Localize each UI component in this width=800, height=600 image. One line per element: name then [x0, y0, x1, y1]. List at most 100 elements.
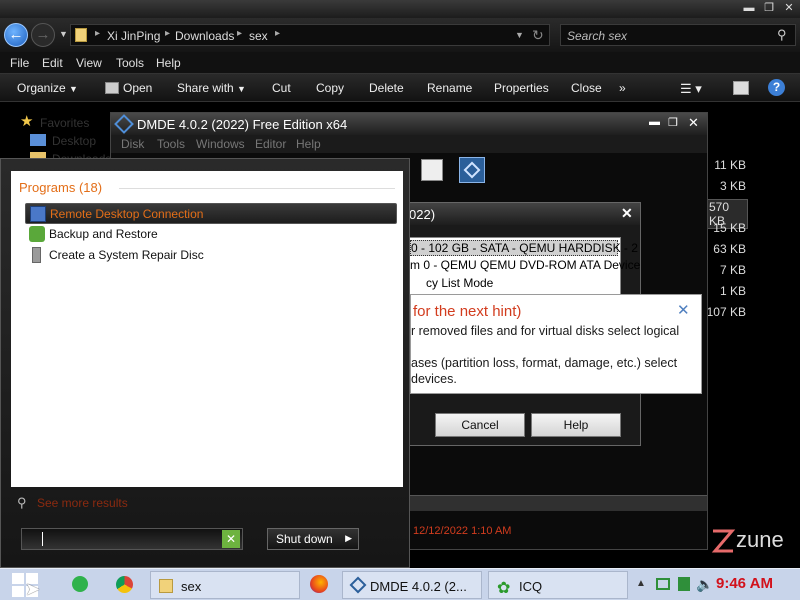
rename-button[interactable]: Rename: [427, 81, 472, 95]
hint-line: devices.: [411, 372, 457, 386]
program-label: Create a System Repair Disc: [49, 248, 204, 262]
program-remote-desktop[interactable]: Remote Desktop Connection: [25, 203, 397, 224]
remote-desktop-icon: [30, 206, 46, 222]
minimize-button[interactable]: ▬: [649, 116, 660, 128]
command-bar: Organize ▼ Open Share with ▼ Cut Copy De…: [0, 74, 800, 102]
share-with-button[interactable]: Share with ▼: [177, 81, 246, 95]
divider: [119, 188, 395, 189]
menu-windows[interactable]: Windows: [196, 137, 245, 151]
taskbar-label: DMDE 4.0.2 (2...: [370, 579, 467, 594]
help-button[interactable]: Help: [531, 413, 621, 437]
close-button[interactable]: ✕: [688, 115, 699, 131]
cancel-button[interactable]: Cancel: [435, 413, 525, 437]
desktop-icon: [30, 134, 46, 146]
maximize-button[interactable]: ❐: [668, 116, 678, 129]
cut-button[interactable]: Cut: [272, 81, 291, 95]
program-repair-disc[interactable]: Create a System Repair Disc: [25, 245, 397, 266]
search-results-panel: Programs (18) Remote Desktop Connection …: [11, 171, 403, 487]
view-options-icon[interactable]: ☰ ▾: [680, 81, 702, 97]
taskbar-item-dmde[interactable]: DMDE 4.0.2 (2...: [342, 571, 482, 599]
program-backup-restore[interactable]: Backup and Restore: [25, 224, 397, 245]
delete-button[interactable]: Delete: [369, 81, 404, 95]
chevron-right-icon[interactable]: ▶: [345, 533, 352, 544]
menu-help[interactable]: Help: [156, 56, 181, 70]
minimize-button[interactable]: ▬: [742, 2, 756, 14]
messenger-icon[interactable]: [72, 576, 88, 592]
help-icon[interactable]: ?: [768, 79, 785, 96]
menu-help[interactable]: Help: [296, 137, 321, 151]
see-more-results-link[interactable]: See more results: [37, 496, 128, 510]
action-center-icon[interactable]: [678, 577, 690, 591]
chevron-down-icon: ▼: [69, 84, 78, 94]
file-size-column: 11 KB 3 KB 570 KB 15 KB 63 KB 7 KB 1 KB …: [706, 102, 800, 532]
menu-tools[interactable]: Tools: [116, 56, 144, 70]
close-button[interactable]: ✕: [782, 2, 796, 14]
menu-editor[interactable]: Editor: [255, 137, 286, 151]
zune-text: zune: [736, 527, 784, 552]
search-input[interactable]: Search sex ⚲: [560, 24, 796, 46]
file-size: 1 KB: [719, 284, 746, 298]
file-size: 7 KB: [719, 263, 746, 277]
windows-logo-icon: [12, 573, 24, 584]
breadcrumb-xi-jinping[interactable]: Xi JinPing: [107, 29, 160, 43]
clear-search-button[interactable]: ✕: [222, 530, 240, 548]
hint-tooltip: for the next hint) ✕ r removed files and…: [410, 294, 702, 394]
show-hidden-icons-icon[interactable]: ▲: [636, 578, 646, 589]
menu-disk[interactable]: Disk: [121, 137, 144, 151]
menu-file[interactable]: File: [10, 56, 29, 70]
taskbar-label: ICQ: [519, 579, 543, 594]
explorer-titlebar: ▬ ❐ ✕: [0, 0, 800, 18]
organize-button[interactable]: Organize ▼: [17, 81, 78, 95]
firefox-icon[interactable]: [310, 575, 328, 593]
taskbar-clock[interactable]: 9:46 AM: [716, 575, 773, 592]
disk-view-icon[interactable]: [421, 159, 443, 181]
file-size: 107 KB: [706, 305, 746, 319]
back-button[interactable]: ←: [4, 23, 28, 47]
dmde-title: DMDE 4.0.2 (2022) Free Edition x64: [137, 117, 348, 132]
search-icon[interactable]: ⚲: [777, 27, 787, 43]
taskbar: ➤ sex DMDE 4.0.2 (2... ✿ ICQ ▲ 🔈 9:46 AM: [0, 568, 800, 600]
nav-favorites[interactable]: Favorites: [40, 116, 89, 130]
nav-desktop[interactable]: Desktop: [52, 134, 96, 148]
address-dropdown-icon[interactable]: ▼: [515, 30, 524, 40]
horizontal-scrollbar[interactable]: [401, 495, 707, 511]
volume-icon[interactable]: 🔈: [696, 576, 713, 593]
more-commands-button[interactable]: »: [619, 81, 626, 95]
copy-button[interactable]: Copy: [316, 81, 344, 95]
menu-edit[interactable]: Edit: [42, 56, 63, 70]
preview-pane-icon[interactable]: [733, 81, 749, 95]
file-size: 63 KB: [713, 242, 746, 256]
system-tray: ▲ 🔈: [632, 573, 713, 597]
maximize-button[interactable]: ❐: [762, 2, 776, 14]
device-list[interactable]: 0 - 102 GB - SATA - QEMU HARDDISK - 2 m …: [409, 237, 640, 295]
device-item-legacy-mode[interactable]: cy List Mode: [426, 276, 493, 290]
open-button[interactable]: Open: [123, 81, 152, 95]
backup-icon: [29, 226, 45, 242]
breadcrumb-sex[interactable]: sex: [249, 29, 268, 43]
organize-label: Organize: [17, 81, 66, 95]
see-more-results-row[interactable]: ⚲ See more results: [13, 493, 393, 513]
chrome-icon[interactable]: [116, 576, 133, 593]
breadcrumb-downloads[interactable]: Downloads: [175, 29, 234, 43]
properties-button[interactable]: Properties: [494, 81, 549, 95]
close-icon[interactable]: ✕: [677, 301, 690, 319]
file-size: 3 KB: [719, 179, 746, 193]
taskbar-item-explorer[interactable]: sex: [150, 571, 300, 599]
program-label: Remote Desktop Connection: [50, 207, 204, 221]
menu-view[interactable]: View: [76, 56, 102, 70]
start-search-input[interactable]: ✕: [21, 528, 243, 550]
recent-pages-icon[interactable]: ▼: [59, 29, 68, 39]
device-item-harddisk[interactable]: 0 - 102 GB - SATA - QEMU HARDDISK - 2: [410, 240, 638, 256]
menu-tools[interactable]: Tools: [157, 137, 185, 151]
forward-button[interactable]: →: [31, 23, 55, 47]
close-command-button[interactable]: Close: [571, 81, 602, 95]
network-icon[interactable]: [656, 578, 670, 590]
address-bar[interactable]: ▸ Xi JinPing ▸ Downloads ▸ sex ▸ ▼ ↻: [70, 24, 550, 46]
shutdown-button[interactable]: Shut down ▶: [267, 528, 359, 550]
taskbar-item-icq[interactable]: ✿ ICQ: [488, 571, 628, 599]
close-button[interactable]: ✕: [621, 205, 633, 222]
dmde-logo-icon[interactable]: [459, 157, 485, 183]
device-item-dvdrom[interactable]: m 0 - QEMU QEMU DVD-ROM ATA Device: [410, 258, 640, 272]
refresh-icon[interactable]: ↻: [532, 27, 544, 44]
dialog-titlebar: 022) ✕: [381, 203, 640, 225]
